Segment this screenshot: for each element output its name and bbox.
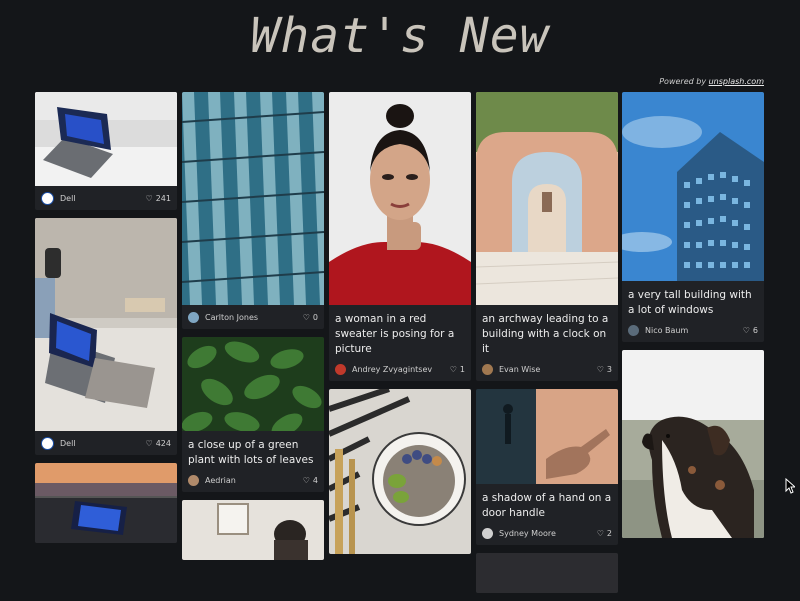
author-name[interactable]: Carlton Jones bbox=[205, 313, 303, 322]
heart-icon: ♡ bbox=[302, 475, 310, 485]
author-name[interactable]: Andrey Zvyagintsev bbox=[352, 365, 450, 374]
author-name[interactable]: Nico Baum bbox=[645, 326, 743, 335]
likes-count: 241 bbox=[155, 193, 171, 203]
photo-card[interactable]: an archway leading to a building with a … bbox=[476, 92, 618, 381]
card-caption: a close up of a green plant with lots of… bbox=[188, 439, 314, 466]
photo-card[interactable] bbox=[329, 389, 471, 554]
card-caption: a shadow of a hand on a door handle bbox=[482, 492, 612, 519]
masonry-column: a woman in a red sweater is posing for a… bbox=[329, 92, 471, 562]
card-meta: Dell ♡ 424 bbox=[35, 431, 177, 455]
author-avatar bbox=[482, 363, 493, 375]
likes-count: 4 bbox=[312, 475, 318, 485]
author-avatar bbox=[41, 436, 54, 450]
photo-card[interactable]: Dell ♡ 241 bbox=[35, 92, 177, 210]
author-avatar bbox=[41, 191, 54, 205]
card-meta: Carlton Jones ♡ 0 bbox=[182, 305, 324, 329]
author-name[interactable]: Aedrian bbox=[205, 476, 303, 485]
author-avatar bbox=[628, 324, 639, 336]
heart-icon: ♡ bbox=[449, 364, 457, 374]
page-title: What's New bbox=[250, 8, 550, 64]
photo-card[interactable] bbox=[476, 553, 618, 593]
likes-count: 1 bbox=[459, 364, 465, 374]
heart-icon: ♡ bbox=[145, 438, 153, 448]
photo-card[interactable]: a shadow of a hand on a door handle Sydn… bbox=[476, 389, 618, 545]
heart-icon: ♡ bbox=[596, 528, 604, 538]
photo-card[interactable]: a close up of a green plant with lots of… bbox=[182, 337, 324, 492]
heart-icon: ♡ bbox=[302, 312, 310, 322]
likes[interactable]: ♡ 6 bbox=[743, 326, 758, 335]
powered-by: Powered by unsplash.com bbox=[659, 77, 764, 86]
likes-count: 2 bbox=[606, 528, 612, 538]
author-name[interactable]: Sydney Moore bbox=[499, 529, 597, 538]
card-meta: Evan Wise ♡ 3 bbox=[476, 357, 618, 381]
likes[interactable]: ♡ 3 bbox=[597, 365, 612, 374]
photo-room[interactable] bbox=[182, 500, 324, 560]
likes[interactable]: ♡ 0 bbox=[303, 313, 318, 322]
photo-archway[interactable] bbox=[476, 92, 618, 305]
author-avatar bbox=[188, 474, 199, 486]
photo-building[interactable] bbox=[182, 92, 324, 305]
author-avatar bbox=[482, 527, 493, 539]
photo-tall-building[interactable] bbox=[622, 92, 764, 281]
author-name[interactable]: Dell bbox=[60, 194, 146, 203]
photo-laptop-sunset[interactable] bbox=[35, 463, 177, 543]
photo-laptop-lamp[interactable] bbox=[35, 218, 177, 431]
card-meta: Aedrian ♡ 4 bbox=[182, 468, 324, 492]
photo-card[interactable]: a woman in a red sweater is posing for a… bbox=[329, 92, 471, 381]
card-meta: Andrey Zvyagintsev ♡ 1 bbox=[329, 357, 471, 381]
card-meta: Sydney Moore ♡ 2 bbox=[476, 521, 618, 545]
card-meta: Nico Baum ♡ 6 bbox=[622, 318, 764, 342]
unsplash-link[interactable]: unsplash.com bbox=[709, 77, 764, 86]
photo-card[interactable] bbox=[622, 350, 764, 538]
masonry-column: Carlton Jones ♡ 0 a close up of a green p… bbox=[182, 92, 324, 568]
photo-green-plant[interactable] bbox=[182, 337, 324, 431]
likes-count: 6 bbox=[752, 325, 758, 335]
powered-by-prefix: Powered by bbox=[659, 77, 709, 86]
author-avatar bbox=[188, 311, 199, 323]
masonry-column: an archway leading to a building with a … bbox=[476, 92, 618, 601]
card-meta: Dell ♡ 241 bbox=[35, 186, 177, 210]
photo-card[interactable]: a very tall building with a lot of windo… bbox=[622, 92, 764, 342]
photo-card[interactable]: Carlton Jones ♡ 0 bbox=[182, 92, 324, 329]
masonry-column: a very tall building with a lot of windo… bbox=[622, 92, 764, 546]
photo-card[interactable] bbox=[35, 463, 177, 543]
photo-door-shadow[interactable] bbox=[476, 389, 618, 484]
likes[interactable]: ♡ 1 bbox=[450, 365, 465, 374]
heart-icon: ♡ bbox=[596, 364, 604, 374]
likes-count: 3 bbox=[606, 364, 612, 374]
author-name[interactable]: Evan Wise bbox=[499, 365, 597, 374]
heart-icon: ♡ bbox=[742, 325, 750, 335]
likes[interactable]: ♡ 4 bbox=[303, 476, 318, 485]
photo-laptop[interactable] bbox=[35, 92, 177, 186]
author-avatar bbox=[335, 363, 346, 375]
likes[interactable]: ♡ 424 bbox=[146, 439, 171, 448]
photo-bowl-food[interactable] bbox=[329, 389, 471, 554]
likes[interactable]: ♡ 241 bbox=[146, 194, 171, 203]
card-caption: a woman in a red sweater is posing for a… bbox=[335, 313, 455, 355]
card-caption: a very tall building with a lot of windo… bbox=[628, 289, 752, 316]
likes-count: 0 bbox=[312, 312, 318, 322]
card-caption: an archway leading to a building with a … bbox=[482, 313, 609, 355]
heart-icon: ♡ bbox=[145, 193, 153, 203]
photo-woman-red-sweater[interactable] bbox=[329, 92, 471, 305]
photo-card[interactable]: Dell ♡ 424 bbox=[35, 218, 177, 455]
photo-dog-field[interactable] bbox=[622, 350, 764, 538]
likes[interactable]: ♡ 2 bbox=[597, 529, 612, 538]
likes-count: 424 bbox=[155, 438, 171, 448]
photo-card[interactable] bbox=[182, 500, 324, 560]
mouse-cursor-icon bbox=[785, 478, 795, 494]
masonry-column: Dell ♡ 241 Dell ♡ 424 bbox=[35, 92, 177, 551]
author-name[interactable]: Dell bbox=[60, 439, 146, 448]
photo-dark[interactable] bbox=[476, 553, 618, 593]
